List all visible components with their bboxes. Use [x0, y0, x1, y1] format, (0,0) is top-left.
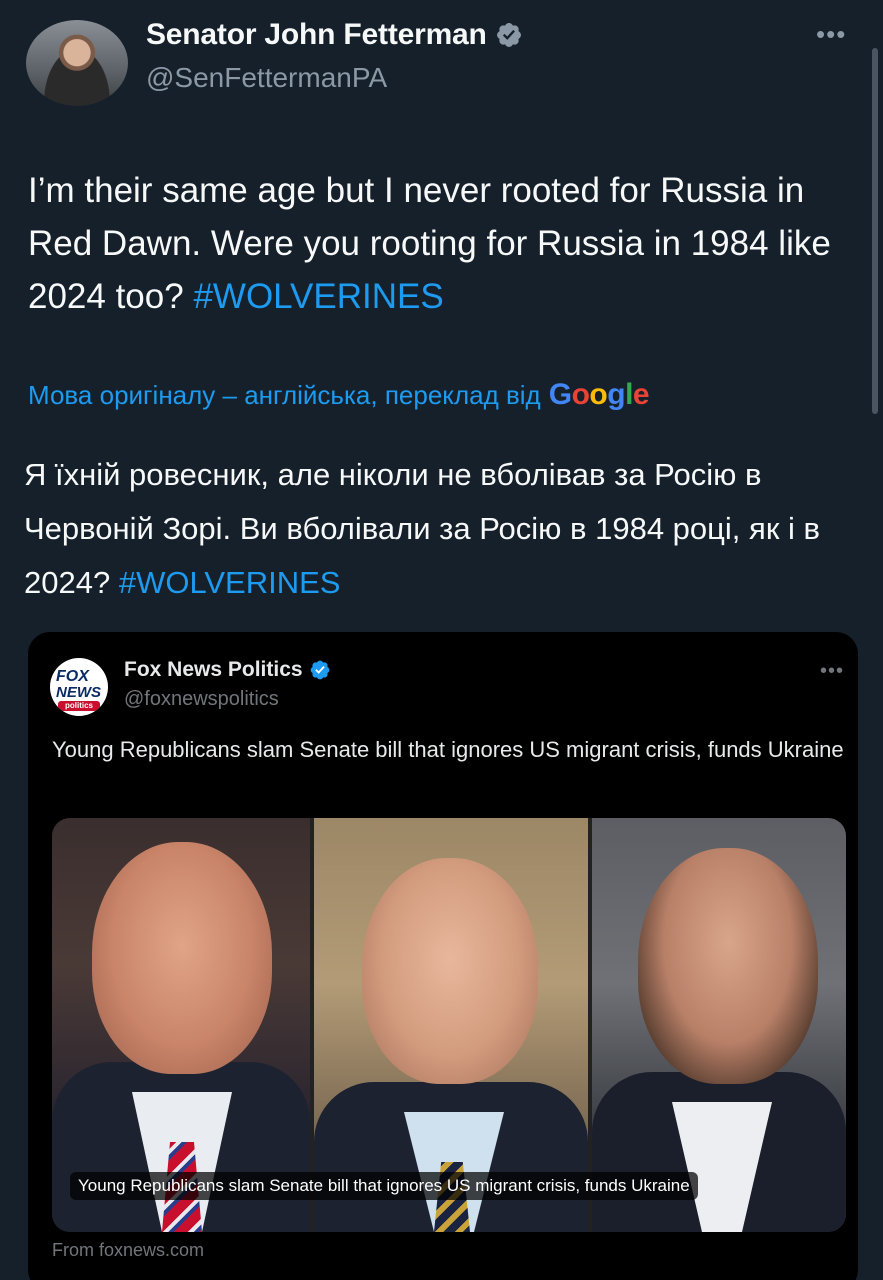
link-source[interactable]: From foxnews.com	[52, 1240, 204, 1261]
more-options-icon[interactable]: •••	[816, 21, 854, 47]
translation-notice-text[interactable]: Мова оригіналу – англійська, переклад ві…	[28, 380, 541, 411]
verified-badge-icon	[496, 23, 521, 47]
quoted-tweet-card[interactable]: FOX NEWS politics Fox News Politics @fox…	[28, 632, 858, 1280]
author-avatar[interactable]	[26, 20, 128, 106]
photo-panel-center	[314, 818, 588, 1232]
photo-panel-left	[52, 818, 310, 1232]
quoted-media-image[interactable]: Young Republicans slam Senate bill that …	[52, 818, 846, 1232]
quoted-author-name[interactable]: Fox News Politics	[124, 658, 303, 682]
tweet-text: I’m their same age but I never rooted fo…	[28, 164, 858, 323]
media-caption: Young Republicans slam Senate bill that …	[70, 1172, 698, 1200]
photo-panel-right	[592, 818, 846, 1232]
google-logo: Google	[548, 378, 650, 411]
verified-badge-icon	[310, 660, 329, 680]
author-name[interactable]: Senator John Fetterman	[146, 18, 487, 52]
hashtag-link[interactable]: #WOLVERINES	[193, 277, 443, 316]
translated-hashtag-link[interactable]: #WOLVERINES	[119, 565, 341, 600]
translation-notice: Мова оригіналу – англійська, переклад ві…	[28, 378, 650, 412]
scrollbar[interactable]	[872, 48, 878, 414]
quoted-author-name-row[interactable]: Fox News Politics	[124, 658, 331, 682]
more-options-icon[interactable]: •••	[820, 660, 844, 683]
author-name-row[interactable]: Senator John Fetterman	[146, 18, 523, 52]
author-handle[interactable]: @SenFettermanPA	[146, 62, 387, 94]
quoted-tweet-text: Young Republicans slam Senate bill that …	[52, 737, 844, 762]
translated-tweet-text: Я їхній ровесник, але ніколи не вболівав…	[24, 448, 864, 610]
tweet-header: Senator John Fetterman @SenFettermanPA •…	[0, 0, 883, 120]
quoted-author-handle[interactable]: @foxnewspolitics	[124, 688, 279, 711]
fox-news-logo[interactable]: FOX NEWS politics	[50, 658, 108, 716]
